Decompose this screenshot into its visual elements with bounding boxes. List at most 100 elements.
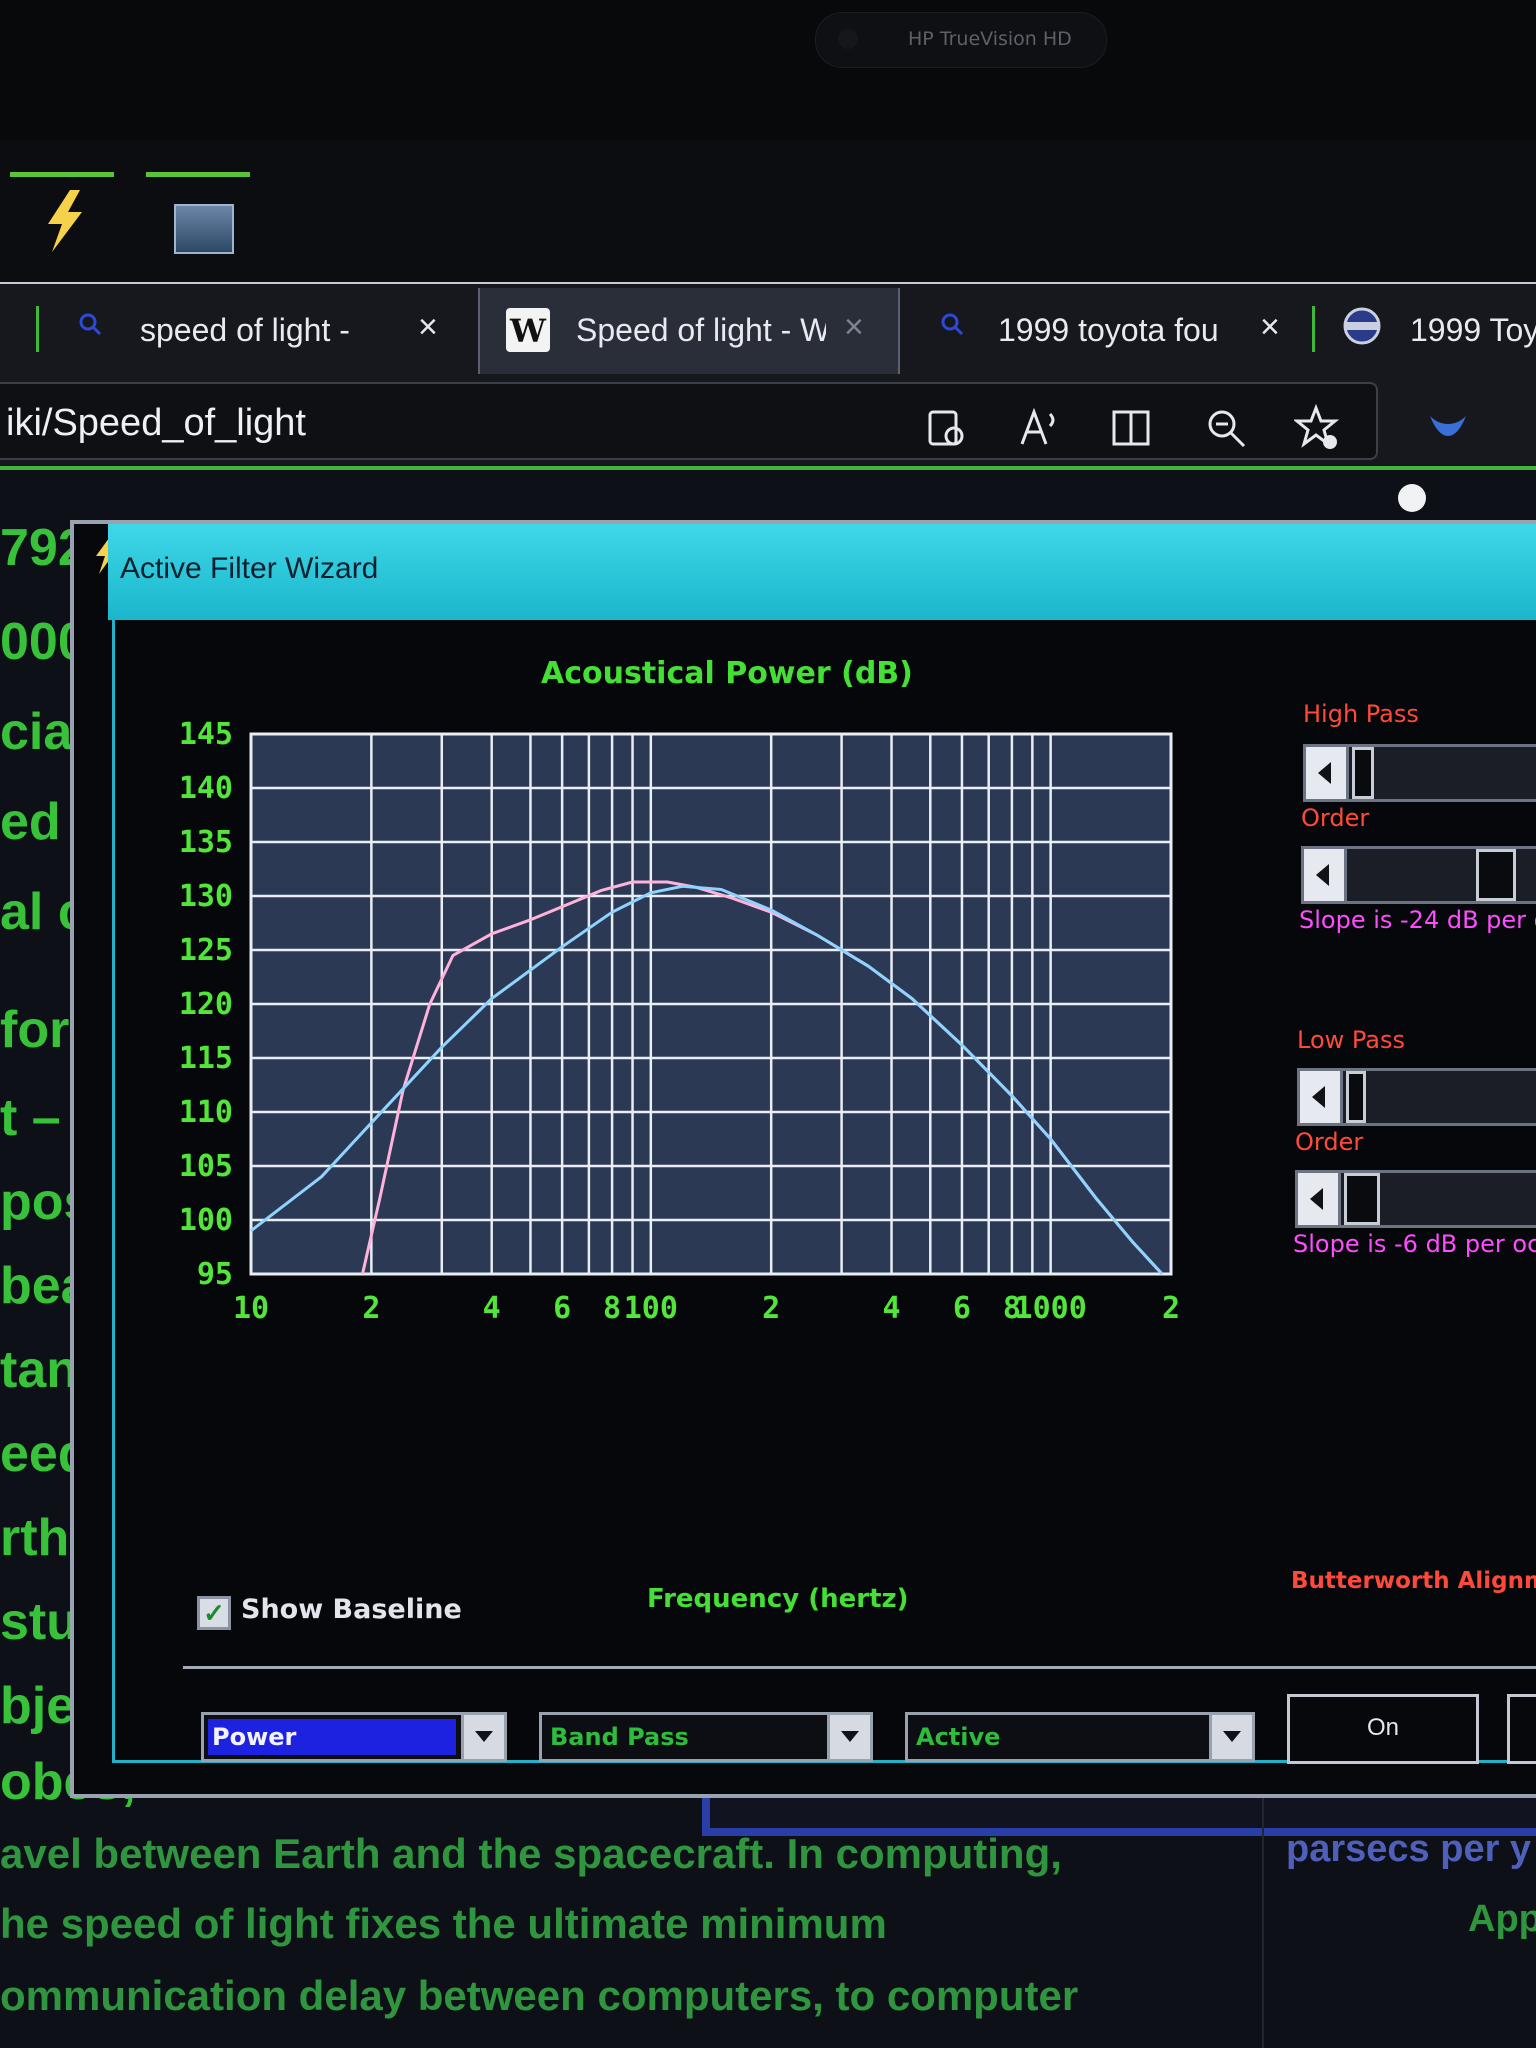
x-tick-label: 2 bbox=[762, 1291, 780, 1326]
wikipedia-icon: W bbox=[506, 308, 550, 352]
high-pass-slope-text: Slope is -24 dB per octav bbox=[1299, 906, 1536, 934]
chevron-left-icon bbox=[1312, 1086, 1325, 1108]
scroll-left-button[interactable] bbox=[1300, 1071, 1343, 1123]
tab-close-button[interactable]: × bbox=[1260, 308, 1280, 347]
address-bar-row: iki/Speed_of_light bbox=[0, 374, 1536, 466]
x-tick-label: 6 bbox=[553, 1291, 571, 1326]
tab-separator bbox=[1312, 306, 1315, 352]
scroll-left-button[interactable] bbox=[1306, 747, 1349, 799]
zoom-icon[interactable] bbox=[1202, 404, 1250, 452]
y-tick-label: 125 bbox=[179, 933, 233, 968]
taskbar-running-indicator bbox=[10, 172, 114, 177]
x-tick-label: 10 bbox=[233, 1291, 269, 1326]
dialog-title-bar[interactable]: Active Filter Wizard bbox=[108, 524, 1536, 620]
reading-view-icon[interactable] bbox=[922, 404, 970, 452]
infobox-text: parsecs per y bbox=[1286, 1828, 1532, 1870]
scroll-left-button[interactable] bbox=[1304, 849, 1347, 901]
tab-close-button[interactable]: × bbox=[844, 308, 864, 347]
monitor-bezel: HP TrueVision HD bbox=[0, 0, 1536, 140]
tab-1999-toyota-search[interactable]: 1999 toyota fou × bbox=[900, 288, 1312, 374]
tab-close-button[interactable]: × bbox=[418, 308, 438, 347]
app-window-icon bbox=[174, 204, 234, 254]
x-tick-label: 4 bbox=[883, 1291, 901, 1326]
immersive-reader-icon[interactable] bbox=[1108, 404, 1156, 452]
y-tick-label: 120 bbox=[179, 987, 233, 1022]
filter-mode-select[interactable]: Active bbox=[905, 1712, 1255, 1762]
slider-thumb[interactable] bbox=[1476, 849, 1516, 901]
tab-speed-of-light-search[interactable]: speed of light - × bbox=[40, 288, 476, 374]
select-value: Power bbox=[212, 1723, 297, 1751]
acoustical-power-chart: 1451401351301251201151101051009510 2 4 6 8 10… bbox=[179, 717, 1180, 1326]
infobox-text: App bbox=[1468, 1898, 1536, 1940]
chevron-left-icon bbox=[1318, 762, 1331, 784]
read-aloud-icon[interactable] bbox=[1016, 404, 1064, 452]
chevron-down-icon[interactable] bbox=[827, 1715, 870, 1759]
select-value: Band Pass bbox=[550, 1723, 689, 1751]
plot-title: Acoustical Power (dB) bbox=[541, 656, 913, 691]
select-value: Active bbox=[916, 1723, 1001, 1751]
slider-thumb[interactable] bbox=[1344, 1173, 1380, 1225]
x-tick-label: 100 bbox=[624, 1291, 678, 1326]
chevron-left-icon bbox=[1316, 864, 1329, 886]
y-tick-label: 140 bbox=[179, 771, 233, 806]
response-type-select[interactable]: Power bbox=[201, 1712, 507, 1762]
x-tick-label: 6 bbox=[953, 1291, 971, 1326]
tab-separator bbox=[36, 306, 39, 352]
tab-strip: speed of light - × W Speed of light - W … bbox=[0, 282, 1536, 376]
taskbar-app-2[interactable] bbox=[146, 172, 250, 254]
high-pass-label: High Pass bbox=[1303, 700, 1419, 728]
alignment-label: Butterworth Alignment bbox=[1291, 1568, 1536, 1594]
slider-thumb[interactable] bbox=[1352, 747, 1374, 799]
x-tick-label: 4 bbox=[483, 1291, 501, 1326]
y-tick-label: 135 bbox=[179, 825, 233, 860]
x-tick-label: 8 bbox=[603, 1291, 621, 1326]
webcam-housing: HP TrueVision HD bbox=[815, 12, 1107, 68]
taskbar-app-filter-wizard[interactable] bbox=[10, 172, 114, 252]
x-tick-label: 2 bbox=[362, 1291, 380, 1326]
y-tick-label: 145 bbox=[179, 717, 233, 752]
page-divider bbox=[0, 466, 1536, 470]
on-button[interactable]: On bbox=[1287, 1694, 1479, 1764]
order-label: Order bbox=[1295, 1128, 1364, 1156]
y-tick-label: 105 bbox=[179, 1149, 233, 1184]
infobox-column: parsecs per y App bbox=[1262, 1780, 1536, 2048]
search-icon bbox=[941, 313, 964, 336]
slider-thumb[interactable] bbox=[1346, 1071, 1366, 1123]
y-tick-label: 100 bbox=[179, 1203, 233, 1238]
webcam-label: HP TrueVision HD bbox=[908, 28, 1072, 50]
next-button[interactable] bbox=[1507, 1694, 1536, 1764]
active-filter-wizard-dialog: Active Filter Wizard Acoustical Power (d… bbox=[70, 520, 1536, 1798]
tab-speed-of-light-wikipedia[interactable]: W Speed of light - W × bbox=[478, 288, 900, 374]
low-pass-frequency-slider[interactable] bbox=[1297, 1068, 1536, 1126]
tab-title: 1999 Toy bbox=[1410, 312, 1536, 348]
chevron-down-icon[interactable] bbox=[461, 1715, 504, 1759]
taskbar bbox=[0, 140, 1536, 282]
screen-glare bbox=[1398, 484, 1426, 512]
order-label: Order bbox=[1301, 804, 1370, 832]
low-pass-order-slider[interactable] bbox=[1295, 1170, 1536, 1228]
show-baseline-checkbox[interactable]: ✓ bbox=[197, 1596, 231, 1630]
address-bar[interactable]: iki/Speed_of_light bbox=[0, 382, 1378, 460]
tab-title: 1999 toyota fou bbox=[998, 312, 1219, 348]
chevron-left-icon bbox=[1310, 1188, 1323, 1210]
high-pass-order-slider[interactable] bbox=[1301, 846, 1536, 904]
scroll-left-button[interactable] bbox=[1298, 1173, 1341, 1225]
dialog-body: Acoustical Power (dB) 145 140 135 130 125 120… bbox=[112, 620, 1536, 1764]
show-baseline-label: Show Baseline bbox=[241, 1594, 462, 1625]
x-tick-label: 1000 bbox=[1015, 1291, 1087, 1326]
high-pass-frequency-slider[interactable] bbox=[1303, 744, 1536, 802]
y-tick-label: 110 bbox=[179, 1095, 233, 1130]
browser-essentials-icon[interactable] bbox=[1424, 402, 1472, 450]
add-favorite-icon[interactable] bbox=[1294, 404, 1342, 452]
tab-title: speed of light - bbox=[140, 312, 350, 348]
y-tick-label: 115 bbox=[179, 1041, 233, 1076]
dialog-title: Active Filter Wizard bbox=[120, 552, 379, 585]
x-axis-label: Frequency (hertz) bbox=[647, 1584, 909, 1614]
filter-type-select[interactable]: Band Pass bbox=[539, 1712, 873, 1762]
webcam-lens-icon bbox=[838, 29, 858, 49]
article-text-line: he speed of light fixes the ultimate min… bbox=[0, 1900, 887, 1947]
tab-title: Speed of light - W bbox=[576, 312, 826, 348]
article-text-line: ommunication delay between computers, to… bbox=[0, 1972, 1079, 2019]
tab-1999-toyota-site[interactable]: 1999 Toy bbox=[1316, 288, 1536, 374]
chevron-down-icon[interactable] bbox=[1209, 1715, 1252, 1759]
